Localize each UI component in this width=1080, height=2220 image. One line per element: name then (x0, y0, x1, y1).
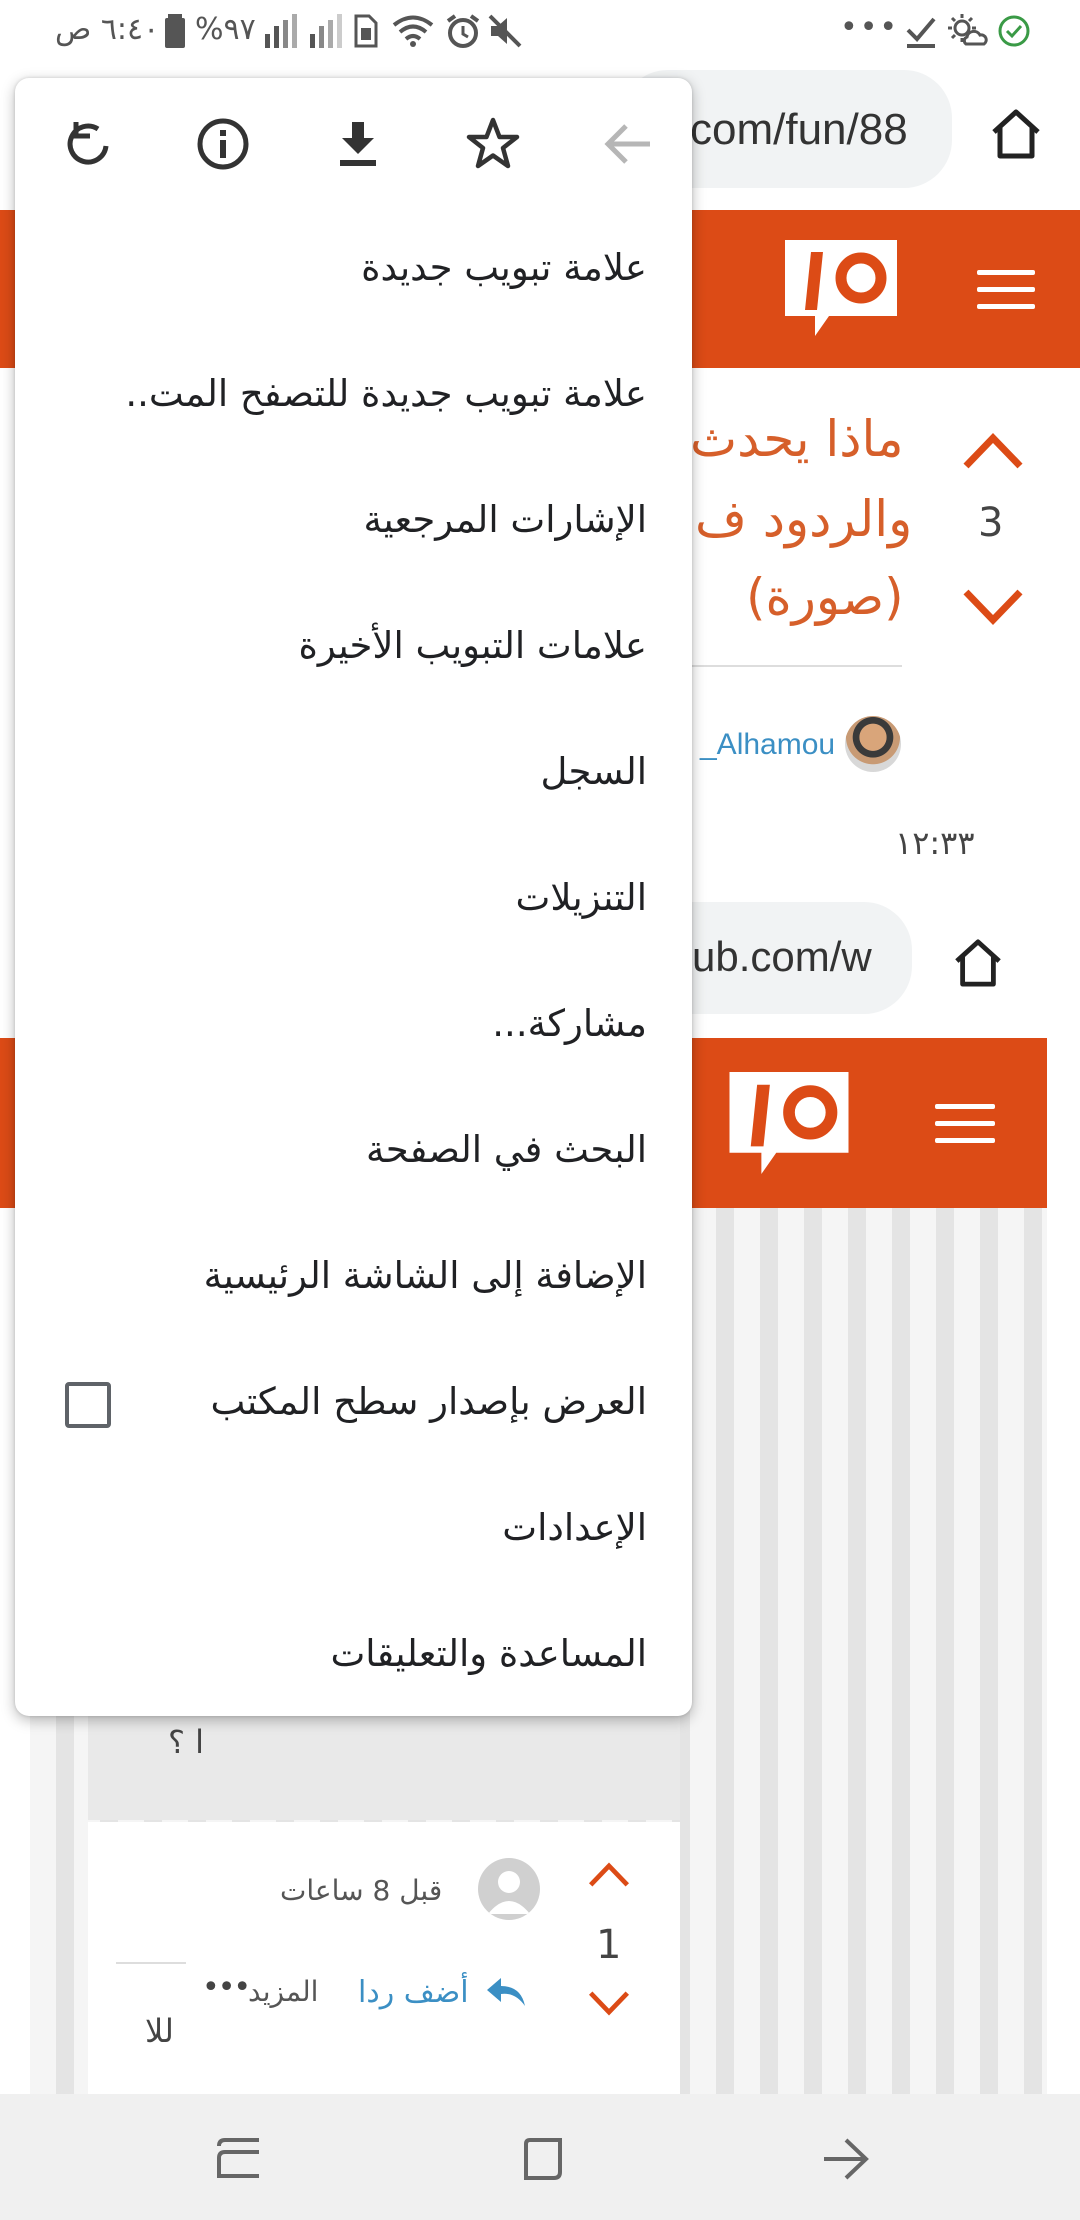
vote-count: 3 (978, 500, 1004, 546)
recents-icon[interactable] (215, 2136, 265, 2188)
divider (690, 665, 902, 667)
battery-percent: %٩٧ (195, 12, 256, 47)
post-title-line2[interactable]: والردود ف (695, 490, 912, 548)
menu-item-label: الإعدادات (502, 1506, 647, 1549)
home-icon[interactable] (990, 108, 1042, 164)
menu-item-help-feedback[interactable]: المساعدة والتعليقات (15, 1594, 692, 1720)
menu-item-label: الإضافة إلى الشاشة الرئيسية (203, 1254, 647, 1297)
info-icon[interactable] (195, 116, 251, 172)
hamburger-menu-icon[interactable] (935, 1104, 995, 1155)
reply-link[interactable]: أضف ردا (358, 1975, 469, 2010)
mute-icon (488, 14, 522, 48)
more-dots-icon[interactable]: ••• (202, 1970, 251, 2005)
alarm-icon (445, 14, 481, 48)
status-time: ٦:٤٠ ص (55, 12, 159, 47)
text-fragment: للا (145, 2012, 174, 2050)
refresh-icon[interactable] (60, 116, 116, 172)
menu-item-label: علامة تبويب جديدة للتصفح المت.. (125, 372, 647, 415)
battery-icon (165, 14, 185, 48)
sim-icon (352, 14, 378, 48)
home-square-icon[interactable] (520, 2136, 566, 2186)
menu-item-history[interactable]: السجل (15, 712, 692, 838)
menu-item-label: المساعدة والتعليقات (330, 1632, 647, 1675)
signal-icon (310, 14, 346, 48)
app-icon (998, 14, 1030, 48)
post-title-line1[interactable]: ماذا يحدث (690, 410, 904, 468)
comment-fragment: ا ؟ (168, 1723, 205, 1761)
more-link[interactable]: المزيد (248, 1975, 318, 2008)
downvote-icon[interactable] (962, 588, 1024, 632)
site-logo (785, 240, 897, 340)
menu-item-label: الإشارات المرجعية (363, 498, 647, 541)
star-icon[interactable] (465, 116, 521, 172)
menu-item-new-incognito-tab[interactable]: علامة تبويب جديدة للتصفح المت.. (15, 334, 692, 460)
menu-item-label: السجل (540, 750, 647, 793)
back-icon[interactable] (820, 2136, 870, 2186)
upvote-icon[interactable] (588, 1860, 630, 1892)
menu-item-label: التنزيلات (515, 876, 647, 919)
url-text: com/fun/88 (690, 105, 908, 154)
menu-item-label: علامة تبويب جديدة (361, 246, 647, 289)
menu-item-label: علامات التبويب الأخيرة (298, 624, 647, 667)
desktop-site-checkbox[interactable] (65, 1382, 111, 1428)
menu-item-find-in-page[interactable]: البحث في الصفحة (15, 1090, 692, 1216)
clock-text: ٦:٤٠ ص (55, 12, 160, 47)
menu-toolbar (15, 78, 692, 208)
wifi-icon (392, 14, 434, 48)
reply-icon[interactable] (485, 1976, 527, 2012)
user-avatar-placeholder (478, 1858, 540, 1920)
status-bar: ٦:٤٠ ص %٩٧ ••• (0, 0, 1080, 62)
post-time: ١٢:٣٣ (895, 824, 975, 862)
post-title-line3[interactable]: (صورة) (746, 568, 904, 626)
menu-item-label: العرض بإصدار سطح المكتب (210, 1380, 647, 1423)
menu-item-downloads[interactable]: التنزيلات (15, 838, 692, 964)
upvote-icon[interactable] (962, 430, 1024, 474)
download-icon[interactable] (330, 116, 386, 172)
author-avatar[interactable] (845, 716, 901, 772)
home-icon[interactable] (953, 938, 1003, 992)
menu-item-label: مشاركة... (492, 1002, 647, 1045)
menu-item-bookmarks[interactable]: الإشارات المرجعية (15, 460, 692, 586)
menu-item-share[interactable]: مشاركة... (15, 964, 692, 1090)
comment-time: قبل 8 ساعات (280, 1874, 443, 1907)
comment-vote-count: 1 (596, 1922, 622, 1968)
menu-item-label: البحث في الصفحة (365, 1128, 647, 1171)
downvote-icon[interactable] (588, 1990, 630, 2022)
hamburger-menu-icon[interactable] (977, 270, 1035, 321)
more-icon: ••• (840, 10, 900, 45)
menu-item-settings[interactable]: الإعدادات (15, 1468, 692, 1594)
url-text-second: ub.com/w (692, 933, 872, 980)
weather-icon (948, 14, 988, 48)
check-icon (905, 14, 937, 48)
browser-overflow-menu: علامة تبويب جديدة علامة تبويب جديدة للتص… (15, 78, 692, 1716)
menu-item-new-tab[interactable]: علامة تبويب جديدة (15, 208, 692, 334)
system-nav-bar (0, 2094, 1080, 2220)
menu-item-recent-tabs[interactable]: علامات التبويب الأخيرة (15, 586, 692, 712)
back-arrow-icon[interactable] (600, 116, 656, 172)
menu-item-desktop-site[interactable]: العرض بإصدار سطح المكتب (15, 1342, 692, 1468)
divider (116, 1962, 186, 1964)
author-name[interactable]: _Alhamou (700, 728, 835, 762)
signal-icon (265, 14, 301, 48)
menu-item-add-to-home-screen[interactable]: الإضافة إلى الشاشة الرئيسية (15, 1216, 692, 1342)
site-logo-second (728, 1072, 850, 1178)
